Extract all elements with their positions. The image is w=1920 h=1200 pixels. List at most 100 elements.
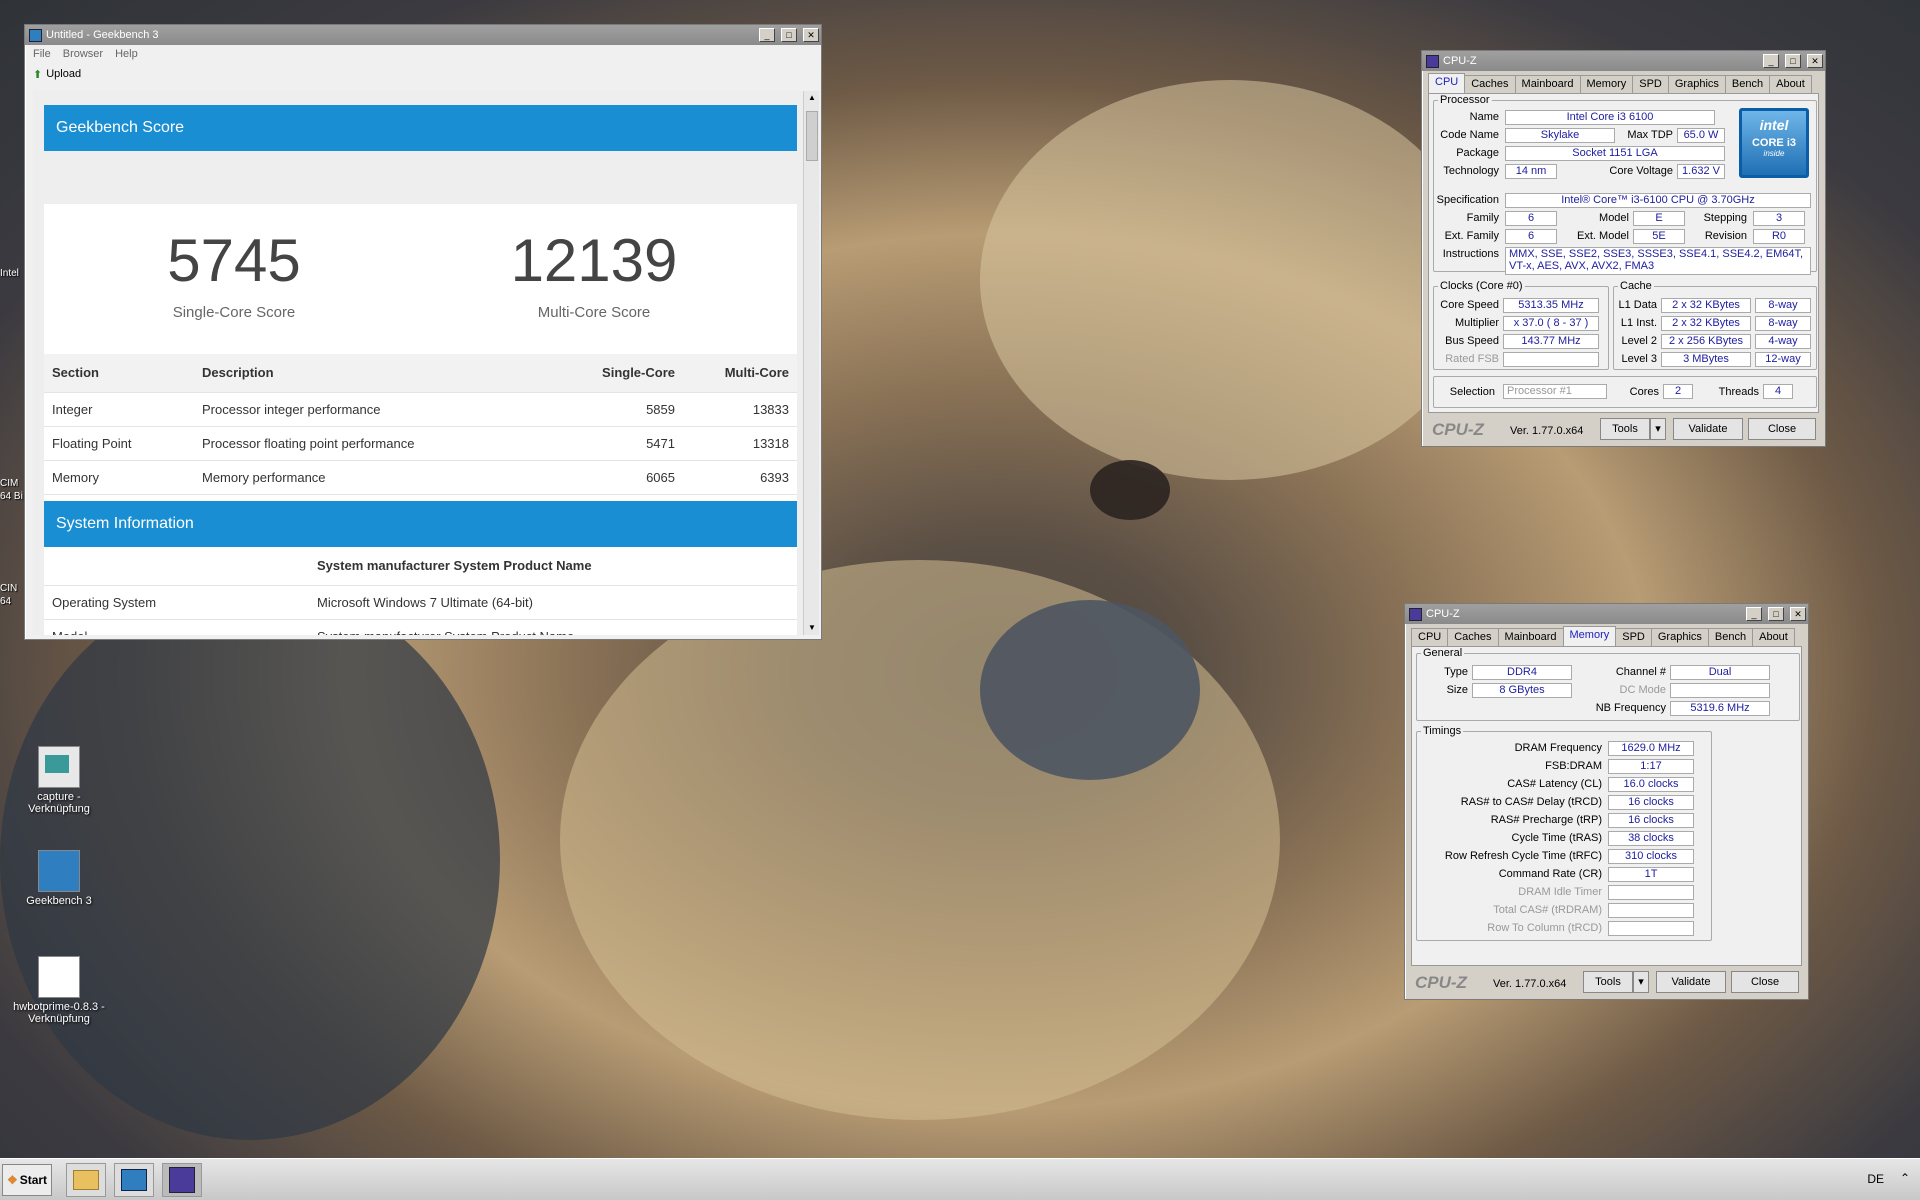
tab-mainboard[interactable]: Mainboard [1514,75,1581,93]
label: Threads [1718,386,1759,398]
maximize-button[interactable]: □ [781,28,797,42]
code-name-value: Skylake [1505,128,1615,143]
tab-about[interactable]: About [1769,75,1812,93]
tab-bar: CPU Caches Mainboard Memory SPD Graphics… [1411,626,1795,646]
cpuz-taskbar-button[interactable] [162,1163,202,1197]
minimize-button[interactable]: _ [1763,54,1779,68]
tab-mainboard[interactable]: Mainboard [1497,628,1564,646]
desktop-icon-hwbotprime[interactable]: hwbotprime-0.8.3 - Verknüpfung [12,956,106,1025]
cell: 5471 [563,425,683,460]
start-button[interactable]: ❖ Start [2,1164,52,1196]
timing-label: Row Refresh Cycle Time (tRFC) [1444,850,1602,862]
geekbench-taskbar-button[interactable] [114,1163,154,1197]
close-button[interactable]: ✕ [1790,607,1806,621]
system-info-table: System manufacturer System Product Name … [44,547,797,635]
core-voltage-value: 1.632 V [1677,164,1725,179]
tab-spd[interactable]: SPD [1632,75,1669,93]
maximize-button[interactable]: □ [1785,54,1801,68]
tools-dropdown-icon[interactable]: ▾ [1633,971,1649,993]
label: Stepping [1703,212,1747,224]
tab-cpu[interactable]: CPU [1428,73,1466,93]
technology-value: 14 nm [1505,164,1557,179]
menu-file[interactable]: File [33,48,51,60]
tab-spd[interactable]: SPD [1615,628,1652,646]
scroll-up-arrow-icon[interactable]: ▲ [804,91,820,105]
explorer-taskbar-button[interactable] [66,1163,106,1197]
label: Specification [1436,194,1499,206]
close-button[interactable]: ✕ [1807,54,1823,68]
validate-button[interactable]: Validate [1656,971,1726,993]
processor-select[interactable]: Processor #1 [1503,384,1607,399]
desktop-icon-geekbench[interactable]: Geekbench 3 [12,850,106,907]
label: Selection [1449,386,1495,398]
desktop-icon-label: Geekbench 3 [26,895,92,907]
desktop-edge-label: Intel [0,268,19,279]
tab-memory[interactable]: Memory [1579,75,1634,93]
tab-bench[interactable]: Bench [1724,75,1771,93]
single-core-score: 5745 [167,227,301,294]
cell: Processor integer performance [194,391,563,426]
cpuz-logo: CPU-Z [1415,973,1467,992]
vertical-scrollbar[interactable]: ▲ ▼ [803,91,819,635]
desktop-icon-capture[interactable]: capture - Verknüpfung [12,746,106,815]
tools-button[interactable]: Tools [1600,418,1650,440]
titlebar[interactable]: Untitled - Geekbench 3 _ □ ✕ [25,25,821,45]
multiplier-value: x 37.0 ( 8 - 37 ) [1503,316,1599,331]
report-view[interactable]: Geekbench Score 5745 Single-Core Score 1… [33,91,803,635]
desktop-icon-label: capture - Verknüpfung [28,791,90,815]
minimize-button[interactable]: _ [1746,607,1762,621]
col-header: Multi-Core [683,354,797,392]
desktop-edge-label: CIN [0,583,18,594]
tab-memory[interactable]: Memory [1562,626,1617,646]
geekbench-window[interactable]: Untitled - Geekbench 3 _ □ ✕ File Browse… [24,24,822,640]
close-app-button[interactable]: Close [1731,971,1799,993]
menu-browser[interactable]: Browser [63,48,103,60]
stepping-value: 3 [1753,211,1805,226]
timing-label: Cycle Time (tRAS) [1511,832,1602,844]
taskbar: ❖ Start DE ⌃ [0,1158,1920,1200]
label: NB Frequency [1595,702,1666,714]
cell: Memory [44,459,194,494]
cell: Memory performance [194,459,563,494]
cpu-name-value: Intel Core i3 6100 [1505,110,1715,125]
close-button[interactable]: ✕ [803,28,819,42]
label: Ext. Model [1577,230,1629,242]
tools-dropdown-icon[interactable]: ▾ [1650,418,1666,440]
maximize-button[interactable]: □ [1768,607,1784,621]
menu-help[interactable]: Help [115,48,138,60]
cell: Integer [44,391,194,426]
table-row: Operating System Microsoft Windows 7 Ult… [44,584,797,619]
timing-label: Command Rate (CR) [1498,868,1602,880]
upload-button[interactable]: Upload [46,68,81,80]
minimize-button[interactable]: _ [759,28,775,42]
tab-graphics[interactable]: Graphics [1650,628,1709,646]
dc-mode-value [1670,683,1770,698]
group-title: Clocks (Core #0) [1440,280,1523,292]
cpuz-cpu-window[interactable]: CPU-Z _ □ ✕ CPU Caches Mainboard Memory … [1421,50,1826,447]
validate-button[interactable]: Validate [1673,418,1743,440]
tab-graphics[interactable]: Graphics [1667,75,1726,93]
tab-caches[interactable]: Caches [1447,628,1499,646]
timing-value: 310 clocks [1608,849,1694,864]
label: Name [1469,111,1499,123]
timing-label: Row To Column (tRCD) [1487,922,1602,934]
tools-button[interactable]: Tools [1583,971,1633,993]
geekbench-icon [121,1169,147,1191]
scroll-thumb[interactable] [806,111,818,161]
multi-core-score: 12139 [510,227,678,294]
close-app-button[interactable]: Close [1748,418,1816,440]
language-indicator[interactable]: DE [1867,1172,1884,1186]
titlebar[interactable]: CPU-Z _ □ ✕ [1405,604,1808,624]
tab-bench[interactable]: Bench [1707,628,1754,646]
l3-value: 3 MBytes [1661,352,1751,367]
tab-caches[interactable]: Caches [1464,75,1516,93]
tray-expand-icon[interactable]: ⌃ [1900,1171,1910,1185]
nb-frequency-value: 5319.6 MHz [1670,701,1770,716]
titlebar[interactable]: CPU-Z _ □ ✕ [1422,51,1825,71]
cpuz-memory-window[interactable]: CPU-Z _ □ ✕ CPU Caches Mainboard Memory … [1404,603,1809,1000]
timing-value: 1T [1608,867,1694,882]
ext-family-value: 6 [1505,229,1557,244]
scroll-down-arrow-icon[interactable]: ▼ [804,621,820,635]
tab-cpu[interactable]: CPU [1411,628,1449,646]
tab-about[interactable]: About [1752,628,1795,646]
